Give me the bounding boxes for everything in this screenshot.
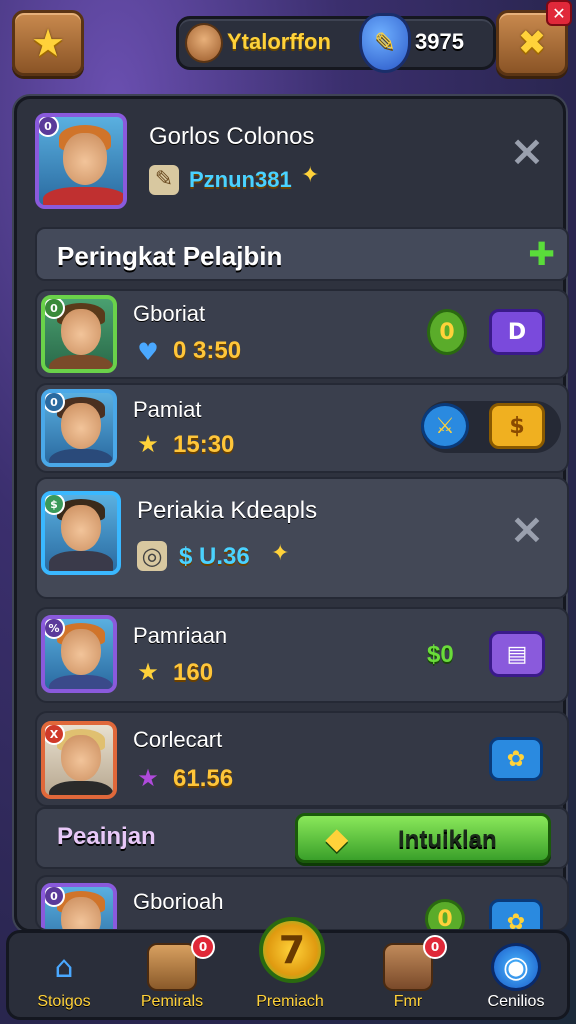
cta-button-label: Intuiklan [398, 826, 497, 853]
chest-icon [147, 943, 197, 991]
top-bar: ★ Ytalorffon ✎ 3975 ✖ ✕ [0, 0, 576, 90]
resource-bar: Ytalorffon ✎ 3975 [176, 13, 496, 73]
level-badge: 0 [425, 899, 465, 929]
settings-button[interactable]: ✿ [489, 737, 543, 781]
shield-button[interactable]: D [489, 309, 545, 355]
currency-value: 3975 [415, 29, 464, 54]
list-item[interactable]: 0 Gboriat ♥ 0 3:50 0 D [35, 289, 569, 379]
star-icon: ★ [137, 658, 159, 686]
profile-name: Gorlos Colonos [149, 123, 315, 150]
nav-item-chest[interactable]: 0 Pemirals [117, 933, 227, 1019]
close-icon[interactable]: ✕ [546, 0, 572, 26]
profile-score: Pznun381 [189, 167, 292, 192]
sword-button[interactable]: ⚔ [421, 403, 469, 449]
gold-button[interactable]: $ [489, 403, 545, 449]
nav-item-home[interactable]: ⌂ Stoigos [9, 933, 119, 1019]
player-portrait: X [41, 721, 117, 799]
close-button[interactable]: × [507, 130, 547, 172]
sparkle-icon: ✦ [301, 163, 320, 188]
player-score: $ U.36 [179, 543, 250, 570]
player-name: Pamiat [133, 397, 202, 422]
player-name: Gborioah [133, 889, 224, 914]
star-icon: ★ [30, 21, 66, 65]
profile-portrait[interactable]: 0 [35, 113, 127, 209]
list-item[interactable]: % Pamriaan ★ 160 $0 ▤ [35, 607, 569, 703]
player-name: Pamriaan [133, 623, 228, 648]
player-portrait: 0 [41, 883, 117, 929]
coin-icon: ◎ [137, 541, 167, 571]
nav-item-shop[interactable]: 0 Fmr [353, 933, 463, 1019]
player-avatar[interactable] [185, 23, 223, 63]
globe-icon: ◉ [491, 943, 541, 991]
home-icon: ⌂ [54, 949, 74, 985]
player-name: Periakia Kdeapls [137, 497, 318, 524]
player-score: 61.56 [173, 765, 234, 792]
leaderboard-panel: 0 Gorlos Colonos ✎ Pznun381 ✦ × Peringka… [14, 96, 569, 932]
section-heading: Peringkat Pelajbin ✚ [35, 227, 569, 281]
list-item[interactable]: 0 Pamiat ★ 15:30 ⚔ $ [35, 383, 569, 473]
player-portrait: % [41, 615, 117, 693]
player-score: 0 3:50 [173, 337, 242, 364]
cta-row: Peainjan ◆ Intuiklan [35, 807, 569, 869]
player-portrait: 0 [41, 389, 117, 467]
favorites-button[interactable]: ★ [12, 10, 84, 76]
heart-icon: ♥ [137, 338, 159, 366]
player-portrait: $ [41, 491, 121, 575]
player-name: Gboriat [133, 301, 206, 326]
star-icon: ★ [137, 430, 159, 458]
star-icon: ★ [137, 764, 159, 792]
player-portrait: 0 [41, 295, 117, 373]
tools-icon: ✖ [517, 23, 547, 63]
bottom-navigation: ⌂ Stoigos 0 Pemirals 7 Premiach 0 Fmr ◉ … [6, 917, 571, 1020]
cta-label: Peainjan [57, 823, 156, 850]
nav-item-community[interactable]: ◉ Cenilios [461, 933, 571, 1019]
player-score: 15:30 [173, 431, 235, 458]
list-item[interactable]: $ Periakia Kdeapls ◎ $ U.36 ✦ × [35, 477, 569, 599]
close-button[interactable]: × [507, 508, 547, 550]
gem-icon: ◆ [326, 823, 348, 854]
player-name: Corlecart [133, 727, 223, 752]
cta-button[interactable]: ◆ Intuiklan [295, 813, 551, 863]
gem-icon: ✎ [359, 13, 411, 73]
player-score: 160 [173, 659, 214, 686]
check-icon[interactable]: ✚ [528, 238, 555, 270]
info-button[interactable]: ▤ [489, 631, 545, 677]
level-badge: 0 [427, 309, 467, 355]
list-item[interactable]: X Corlecart ★ 61.56 ✿ [35, 711, 569, 807]
nav-item-premium[interactable]: 7 Premiach [235, 917, 345, 1019]
premium-icon: 7 [259, 917, 325, 983]
rank-badge: 0 [39, 117, 59, 137]
scroll-icon: ✎ [149, 165, 179, 195]
sparkle-icon: ✦ [271, 541, 290, 566]
reward-value: $0 [427, 641, 454, 668]
settings-button[interactable]: ✿ [489, 899, 543, 929]
player-name: Ytalorffon [227, 29, 331, 54]
